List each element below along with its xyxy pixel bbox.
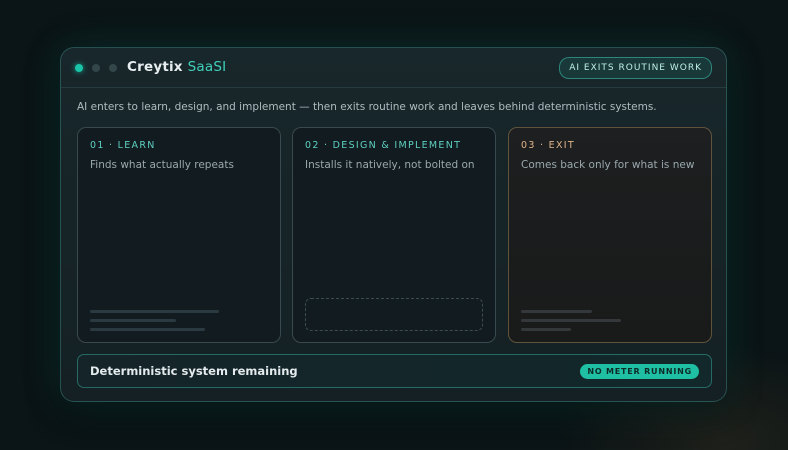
- placeholder-line: [521, 319, 621, 322]
- install-placeholder-box: [305, 298, 483, 331]
- placeholder-line: [90, 328, 205, 331]
- step-description: Finds what actually repeats: [90, 159, 234, 171]
- step-title: 01 · LEARN: [90, 140, 156, 151]
- window-dot-icon[interactable]: [109, 64, 117, 72]
- placeholder-line: [90, 319, 176, 322]
- status-badge: NO METER RUNNING: [580, 364, 699, 379]
- window-titlebar: Creytix SaaSI AI EXITS ROUTINE WORK: [61, 48, 726, 88]
- step-description: Installs it natively, not bolted on: [305, 159, 475, 171]
- step-description: Comes back only for what is new: [521, 159, 695, 171]
- step-title: 02 · DESIGN & IMPLEMENT: [305, 140, 462, 151]
- placeholder-line: [521, 310, 592, 313]
- brand-suffix: SaaSI: [187, 59, 227, 75]
- system-status-bar: Deterministic system remaining NO METER …: [77, 354, 712, 388]
- brand-name: Creytix: [127, 59, 183, 75]
- mode-badge: AI EXITS ROUTINE WORK: [559, 57, 712, 79]
- window-dot-icon[interactable]: [92, 64, 100, 72]
- window-dot-active-icon[interactable]: [75, 64, 83, 72]
- step-card-exit: 03 · EXIT Comes back only for what is ne…: [508, 127, 712, 343]
- placeholder-line: [521, 328, 571, 331]
- step-title: 03 · EXIT: [521, 140, 575, 151]
- system-status-label: Deterministic system remaining: [90, 364, 298, 378]
- app-brand: Creytix SaaSI: [127, 59, 226, 75]
- step-card-learn: 01 · LEARN Finds what actually repeats: [77, 127, 281, 343]
- placeholder-line: [90, 310, 219, 313]
- intro-text: AI enters to learn, design, and implemen…: [77, 101, 657, 113]
- step-card-design-implement: 02 · DESIGN & IMPLEMENT Installs it nati…: [292, 127, 496, 343]
- app-window: Creytix SaaSI AI EXITS ROUTINE WORK AI e…: [60, 47, 727, 402]
